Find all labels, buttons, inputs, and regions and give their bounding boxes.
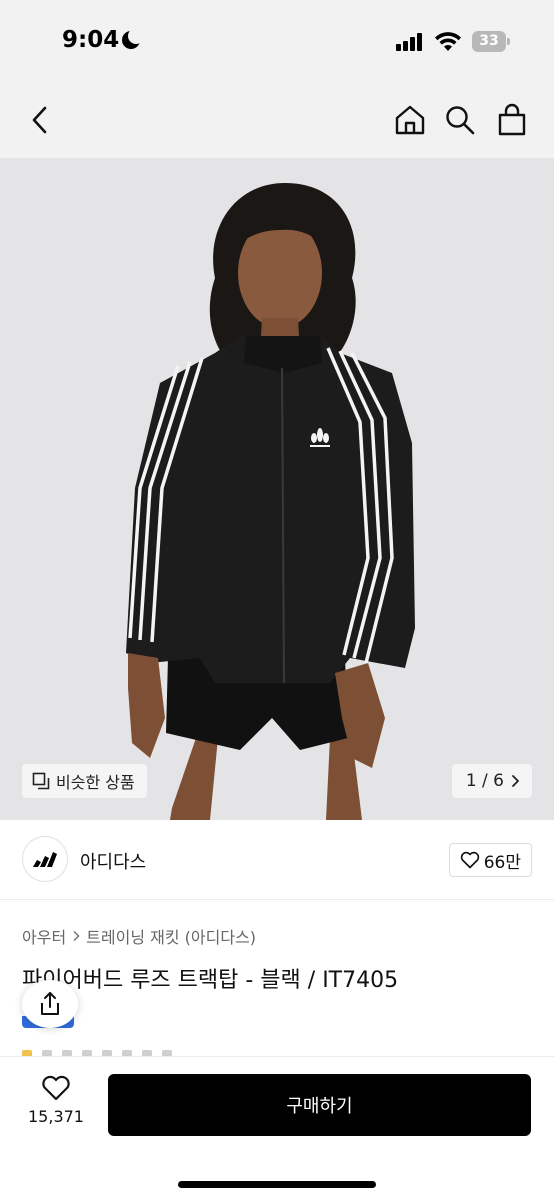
brand-row: 아디다스 66만 [0, 820, 554, 900]
heart-icon [42, 1075, 70, 1101]
moon-icon [122, 28, 144, 49]
partially-hidden-rating-row [22, 1048, 222, 1056]
search-button[interactable] [442, 102, 478, 138]
back-button[interactable] [22, 102, 58, 138]
breadcrumb-item-category[interactable]: 아우터 [22, 924, 66, 948]
product-photo [126, 183, 415, 820]
chevron-right-icon [512, 775, 519, 787]
brand-like-count: 66만 [483, 852, 521, 873]
share-icon [41, 992, 59, 1015]
buy-button[interactable]: 구매하기 [108, 1074, 531, 1136]
similar-items-label: 비슷한 상품 [56, 773, 135, 792]
wishlist-button[interactable]: 15,371 [24, 1075, 88, 1135]
top-nav-bar [0, 84, 554, 158]
brand-like-button[interactable]: 66만 [448, 843, 532, 877]
copy-icon [32, 772, 50, 790]
battery-level: 33 [479, 33, 499, 49]
share-button[interactable] [22, 980, 78, 1028]
chevron-right-icon [73, 930, 80, 942]
shopping-bag-button[interactable] [494, 102, 530, 138]
similar-items-button[interactable]: 비슷한 상품 [22, 764, 147, 798]
battery-indicator: 33 [472, 31, 510, 52]
wifi-icon [435, 32, 461, 51]
home-button[interactable] [392, 102, 428, 138]
chevron-left-icon [32, 106, 47, 134]
image-counter-button[interactable]: 1 / 6 [451, 764, 532, 798]
brand-logo-button[interactable] [22, 836, 68, 882]
image-counter: 1 / 6 [465, 771, 504, 791]
search-icon [446, 106, 475, 135]
home-icon [395, 105, 425, 135]
breadcrumb: 아우터 트레이닝 재킷 (아디다스) [22, 924, 256, 948]
cellular-signal-icon [396, 33, 424, 51]
shopping-bag-icon [498, 103, 526, 136]
wishlist-count: 15,371 [28, 1107, 84, 1126]
breadcrumb-item-subcategory[interactable]: 트레이닝 재킷 (아디다스) [86, 924, 256, 948]
brand-name[interactable]: 아디다스 [80, 848, 146, 874]
status-bar: 9:04 33 [0, 0, 554, 84]
status-time: 9:04 [62, 27, 120, 53]
bottom-action-bar: 15,371 구매하기 [0, 1056, 554, 1200]
adidas-logo-icon [33, 852, 57, 867]
home-indicator [178, 1181, 376, 1188]
product-image-carousel[interactable]: 비슷한 상품 1 / 6 [0, 158, 554, 820]
heart-icon [460, 851, 479, 869]
product-title: 파이어버드 루즈 트랙탑 - 블랙 / IT7405 [22, 968, 399, 993]
